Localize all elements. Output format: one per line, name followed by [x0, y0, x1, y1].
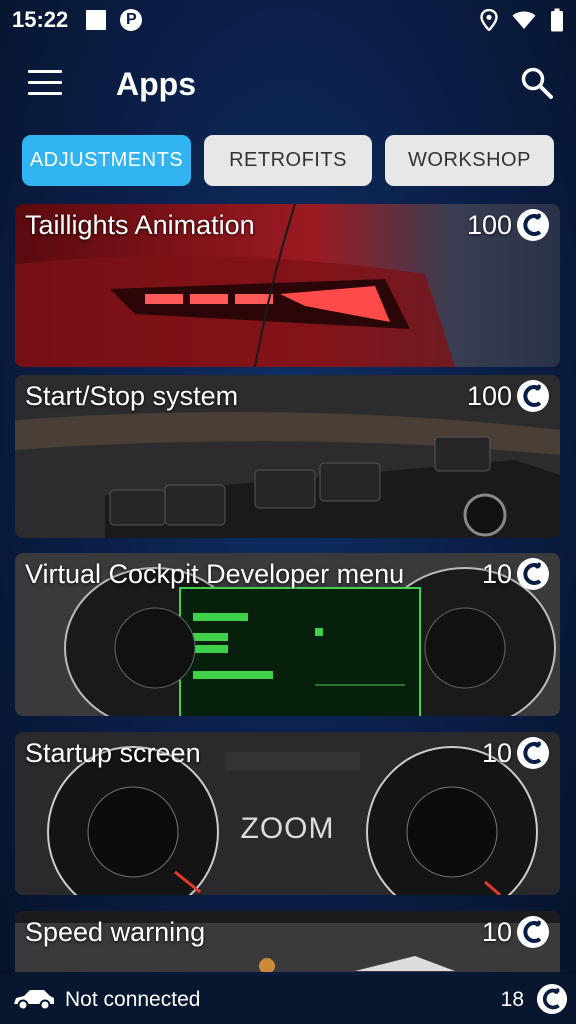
search-icon[interactable] — [520, 66, 554, 100]
app-title: Taillights Animation — [25, 210, 255, 240]
connection-status: Not connected — [65, 988, 201, 1011]
tab-adjustments[interactable]: ADJUSTMENTS — [22, 135, 191, 186]
bottom-status-bar: Not connected 18 — [0, 975, 576, 1024]
coin-icon — [517, 916, 549, 948]
coin-icon — [517, 380, 549, 412]
wifi-icon — [512, 11, 536, 29]
zoom-overlay-text: ZOOM — [240, 812, 335, 845]
app-card-start-stop[interactable]: Start/Stop system 100 — [15, 375, 560, 538]
status-bar: 15:22 P — [0, 0, 576, 40]
coin-icon — [517, 209, 549, 241]
app-cost: 10 — [481, 738, 512, 768]
app-cost: 100 — [466, 381, 512, 411]
app-cost: 10 — [481, 559, 512, 589]
app-card-taillights[interactable]: Taillights Animation 100 — [15, 204, 560, 367]
app-card-speed-warning[interactable]: Speed warning 10 — [15, 911, 560, 972]
coin-icon — [536, 983, 568, 1015]
location-icon — [480, 9, 498, 31]
app-list: Taillights Animation 100 Start/Stop syst… — [15, 204, 560, 972]
category-tabs: ADJUSTMENTS RETROFITS WORKSHOP — [22, 135, 554, 186]
coin-icon — [517, 558, 549, 590]
app-cost: 100 — [466, 210, 512, 240]
app-cost: 10 — [481, 917, 512, 947]
app-title: Start/Stop system — [25, 381, 239, 411]
page-title: Apps — [116, 66, 196, 102]
app-title: Startup screen — [25, 738, 201, 768]
menu-icon[interactable] — [28, 70, 62, 98]
car-icon — [14, 990, 54, 1011]
app-bar: Apps — [0, 52, 576, 116]
app-title: Virtual Cockpit Developer menu — [25, 559, 405, 589]
status-time: 15:22 — [12, 7, 69, 32]
tab-workshop[interactable]: WORKSHOP — [385, 135, 554, 186]
app-card-startup-screen[interactable]: ZOOM Startup screen 10 — [15, 732, 560, 895]
coin-icon — [517, 737, 549, 769]
app-card-developer-menu[interactable]: Virtual Cockpit Developer menu 10 — [15, 553, 560, 716]
tab-retrofits[interactable]: RETROFITS — [204, 135, 372, 186]
notification-square-icon — [86, 10, 107, 30]
credit-balance: 18 — [500, 988, 524, 1011]
battery-icon — [551, 8, 563, 32]
app-title: Speed warning — [25, 917, 206, 947]
parking-icon: P — [120, 9, 143, 31]
